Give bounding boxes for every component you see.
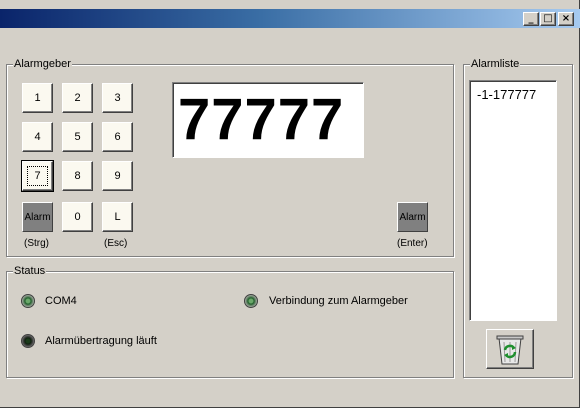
list-item[interactable]: -1-177777 (477, 87, 536, 102)
close-button[interactable]: × (558, 12, 574, 26)
alarmliste-label: Alarmliste (470, 57, 521, 71)
key-1[interactable]: 1 (22, 83, 53, 113)
caption-strg: (Strg) (24, 238, 49, 249)
key-5[interactable]: 5 (62, 122, 93, 152)
connection-label: Verbindung zum Alarmgeber (269, 295, 408, 307)
key-7[interactable]: 7 (21, 160, 54, 192)
alarmgeber-label: Alarmgeber (13, 57, 72, 71)
maximize-button[interactable]: □ (540, 12, 556, 26)
key-0[interactable]: 0 (62, 202, 93, 232)
caption-enter: (Enter) (397, 238, 428, 249)
alarm-strg-button[interactable]: Alarm (22, 202, 53, 232)
transmission-label: Alarmübertragung läuft (45, 335, 157, 347)
title-bar[interactable] (0, 9, 580, 28)
com-port-label: COM4 (45, 295, 77, 307)
minimize-button[interactable]: _ (523, 12, 539, 26)
key-2[interactable]: 2 (62, 83, 93, 113)
recycle-bin-icon (496, 335, 524, 365)
key-3[interactable]: 3 (102, 83, 133, 113)
code-display: 77777 (172, 82, 364, 158)
key-l-esc[interactable]: L (102, 202, 133, 232)
key-9[interactable]: 9 (102, 161, 133, 191)
clear-list-button[interactable] (486, 329, 534, 369)
status-label: Status (13, 264, 47, 278)
caption-esc: (Esc) (104, 238, 128, 249)
key-4[interactable]: 4 (22, 122, 53, 152)
alarm-list[interactable]: -1-177777 (469, 80, 557, 321)
connection-led-icon (244, 294, 258, 308)
status-group: Status (6, 264, 454, 378)
transmission-led-icon (21, 334, 35, 348)
alarm-enter-button[interactable]: Alarm (397, 202, 428, 232)
display-value: 77777 (178, 87, 345, 152)
com-led-icon (21, 294, 35, 308)
key-8[interactable]: 8 (62, 161, 93, 191)
key-6[interactable]: 6 (102, 122, 133, 152)
app-window: _ □ × Alarmgeber 1 2 3 4 5 6 7 8 9 Alarm… (0, 0, 580, 408)
